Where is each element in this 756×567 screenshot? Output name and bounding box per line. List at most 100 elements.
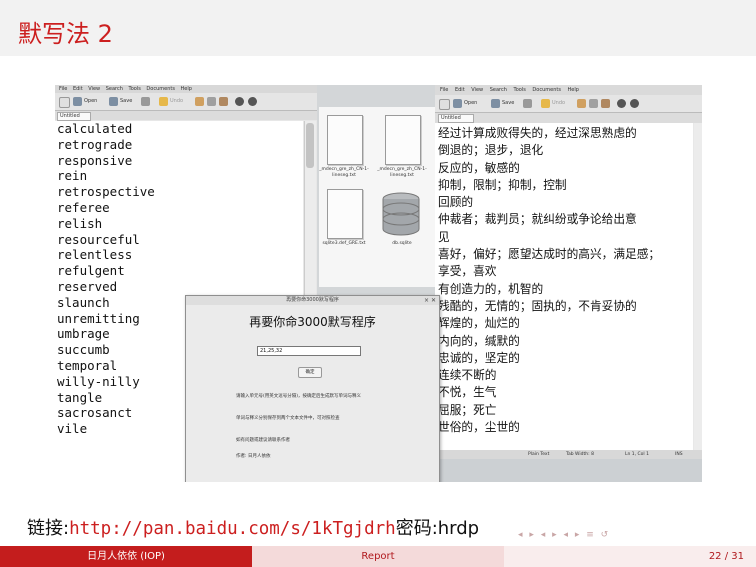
tab-document[interactable]: Untitled: [438, 114, 474, 123]
undo-icon[interactable]: [159, 97, 168, 106]
definition-line: 屈服；死亡: [438, 402, 497, 417]
new-file-icon[interactable]: [59, 97, 70, 108]
dialog-heading: 再要你命3000默写程序: [249, 315, 376, 329]
cut-icon[interactable]: [577, 99, 586, 108]
footer-author: 日月人依依 (IOP): [0, 546, 252, 567]
password-label: 密码:hrdp: [395, 518, 480, 539]
document-icon[interactable]: [327, 189, 363, 239]
word-line: relish: [57, 215, 103, 231]
file-name: _mdecn_gre_zh_CN-1-lineseg.txt: [319, 167, 369, 178]
status-tab-width[interactable]: Tab Width: 8: [566, 450, 594, 459]
menu-view[interactable]: View: [471, 87, 483, 93]
menu-tools[interactable]: Tools: [514, 87, 526, 93]
scrollbar-thumb[interactable]: [306, 123, 314, 168]
search-icon[interactable]: [617, 99, 626, 108]
definition-list: 经过计算成败得失的，经过深思熟虑的 倒退的；退步，退化 反应的，敏感的 抑制，限…: [438, 125, 660, 436]
file-name: _mdecn_gre_zh_CN-1-lineseg.txt: [377, 167, 427, 178]
menu-edit[interactable]: Edit: [455, 87, 465, 93]
menu-view[interactable]: View: [88, 86, 100, 92]
menu-search[interactable]: Search: [106, 86, 123, 92]
save-button[interactable]: Save: [120, 98, 132, 104]
right-text-area[interactable]: 经过计算成败得失的，经过深思熟虑的 倒退的；退步，退化 反应的，敏感的 抑制，限…: [435, 123, 693, 450]
print-icon[interactable]: [141, 97, 150, 106]
new-file-icon[interactable]: [439, 99, 450, 110]
menu-documents[interactable]: Documents: [146, 86, 175, 92]
copy-icon[interactable]: [589, 99, 598, 108]
menu-search[interactable]: Search: [490, 87, 507, 93]
instruction-text: 单词与释义分别保存到两个文本文件中，可对照检查: [236, 416, 340, 421]
word-list: calculated retrograde responsive rein re…: [57, 121, 155, 437]
replace-icon[interactable]: [248, 97, 257, 106]
footer-title: Report: [252, 546, 504, 567]
word-line: rein: [57, 168, 88, 184]
menu-help[interactable]: Help: [181, 86, 192, 92]
definition-line: 经过计算成败得失的，经过深思熟虑的: [438, 126, 637, 140]
replace-icon[interactable]: [630, 99, 639, 108]
database-icon[interactable]: [381, 191, 421, 237]
document-icon[interactable]: [385, 115, 421, 165]
word-line: responsive: [57, 152, 133, 168]
word-line: retrograde: [57, 136, 133, 152]
close-icon[interactable]: × ✕: [424, 296, 436, 305]
definition-line: 抑制，限制；抑制，控制: [438, 177, 567, 192]
tab-document[interactable]: Untitled: [57, 112, 91, 121]
status-language[interactable]: Plain Text: [528, 450, 549, 459]
menu-file[interactable]: File: [440, 87, 448, 93]
open-icon[interactable]: [453, 99, 462, 108]
open-button[interactable]: Open: [464, 100, 477, 106]
beamer-navigation-icons[interactable]: ◂ ▸ ◂ ▸ ◂ ▸ ≡ ↺: [518, 530, 610, 540]
word-line: referee: [57, 199, 110, 215]
instruction-text: 请输入单元号(用英文逗号分隔)，按确定后生成默写单词与释义: [236, 394, 362, 399]
save-icon[interactable]: [491, 99, 500, 108]
print-icon[interactable]: [523, 99, 532, 108]
document-icon[interactable]: [327, 115, 363, 165]
paste-icon[interactable]: [219, 97, 228, 106]
definition-line: 见: [438, 229, 450, 244]
left-toolbar: Open Save Undo: [55, 93, 317, 111]
word-line: temporal: [57, 357, 118, 373]
menu-edit[interactable]: Edit: [73, 86, 83, 92]
file-browser-pane: _mdecn_gre_zh_CN-1-lineseg.txt _mdecn_gr…: [319, 107, 437, 287]
status-mode: INS: [675, 452, 683, 457]
menu-tools[interactable]: Tools: [129, 86, 141, 92]
slide-header: [0, 0, 756, 56]
word-line: unremitting: [57, 310, 140, 326]
word-line: refulgent: [57, 263, 125, 279]
search-icon[interactable]: [235, 97, 244, 106]
open-button[interactable]: Open: [84, 98, 97, 104]
confirm-button[interactable]: 确定: [298, 367, 322, 378]
instruction-text: 作者: 日月人依依: [236, 454, 271, 459]
page-number: 22 / 31: [708, 551, 744, 562]
left-tabbar: Untitled: [55, 111, 317, 121]
cut-icon[interactable]: [195, 97, 204, 106]
instruction-text: 如有问题或建议请联系作者: [236, 438, 290, 443]
definition-line: 回顾的: [438, 195, 474, 210]
menu-help[interactable]: Help: [568, 87, 579, 93]
word-line: relentless: [57, 247, 133, 263]
undo-icon[interactable]: [541, 99, 550, 108]
slide-footer: 日月人依依 (IOP) Report 22 / 31: [0, 546, 756, 567]
save-icon[interactable]: [109, 97, 118, 106]
definition-line: 喜好，偏好；愿望达成时的高兴，满足感；: [438, 247, 661, 262]
word-line: succumb: [57, 342, 110, 358]
word-line: vile: [57, 421, 88, 437]
menu-file[interactable]: File: [59, 86, 67, 92]
undo-button[interactable]: Undo: [552, 100, 565, 106]
paste-icon[interactable]: [601, 99, 610, 108]
left-menubar: File Edit View Search Tools Documents He…: [55, 85, 317, 93]
right-vertical-scrollbar[interactable]: [694, 123, 702, 450]
definition-line: 残酷的，无情的；固执的，不肯妥协的: [438, 298, 637, 313]
word-line: umbrage: [57, 326, 110, 342]
right-statusbar: Plain Text Tab Width: 8 Ln 1, Col 1 INS: [435, 450, 702, 459]
dialog-titlebar[interactable]: 再要你命3000默写程序: [186, 296, 439, 305]
menu-documents[interactable]: Documents: [532, 87, 561, 93]
open-icon[interactable]: [73, 97, 82, 106]
save-button[interactable]: Save: [502, 100, 514, 106]
download-link[interactable]: http://pan.baidu.com/s/1kTgjdrh: [69, 519, 396, 539]
copy-icon[interactable]: [207, 97, 216, 106]
word-line: slaunch: [57, 294, 110, 310]
unit-input[interactable]: 21,25,32: [257, 346, 361, 356]
undo-button[interactable]: Undo: [170, 98, 183, 104]
definition-line: 仲裁者；裁判员；就纠纷或争论给出意: [438, 212, 637, 227]
word-line: retrospective: [57, 184, 155, 200]
